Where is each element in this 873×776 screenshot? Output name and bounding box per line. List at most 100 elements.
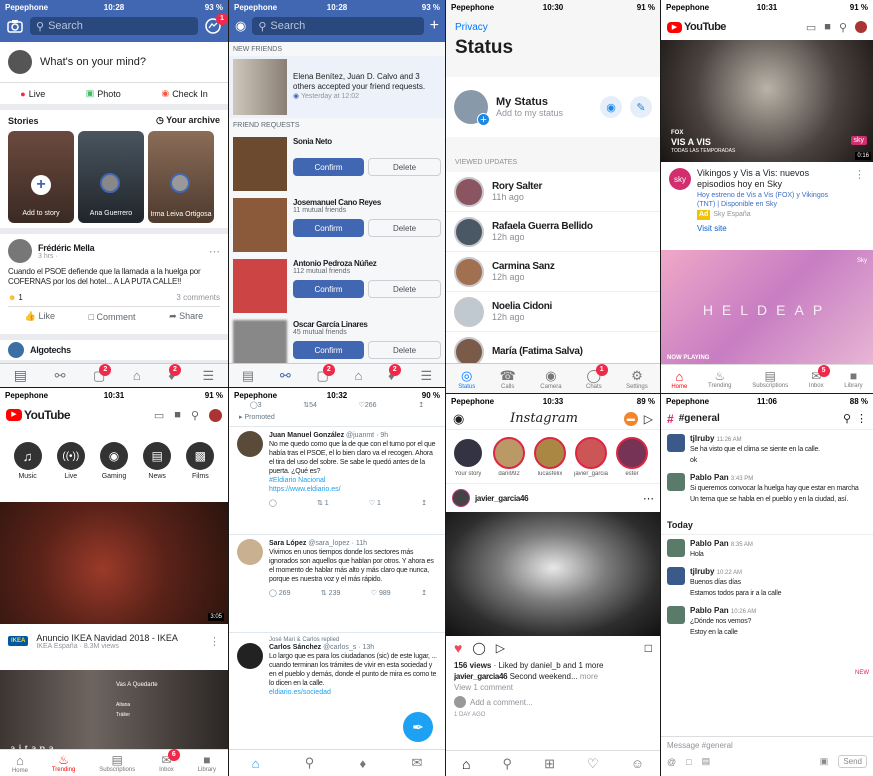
share-button[interactable]: ↥ (421, 589, 427, 598)
search-icon[interactable]: ⚲ (191, 409, 199, 422)
share-icon[interactable]: ↥ (418, 401, 424, 409)
status-update-row[interactable]: Noelia Cidoni 12h ago (446, 292, 660, 332)
avatar[interactable] (452, 489, 470, 507)
reactions[interactable]: ☻ 1 (8, 293, 23, 302)
ad-video[interactable]: FOX VIS A VIS TODAS LAS TEMPORADAS sky 0… (661, 40, 873, 162)
watch-tab[interactable]: ▢ 2 (93, 363, 112, 384)
calls-tab[interactable]: ☎ Calls (500, 368, 516, 390)
confirm-button[interactable]: Confirm (293, 280, 364, 298)
news-feed-tab[interactable]: ▤ (14, 367, 27, 384)
message[interactable]: tjlruby 10:22 AM Buenos días días Estamos … (667, 567, 867, 598)
notifications-tab[interactable]: ♦2 (168, 364, 181, 383)
message-author[interactable]: tjlruby (690, 434, 717, 443)
camera-tab[interactable]: ◉ Camera (540, 368, 561, 390)
heart-icon[interactable]: ♥ (454, 640, 462, 656)
igtv-icon[interactable]: ▬ (623, 411, 638, 426)
retweet-button[interactable]: ⇅ 239 (321, 589, 341, 598)
delete-button[interactable]: Delete (368, 280, 441, 298)
bookmark-icon[interactable]: □ (645, 641, 652, 655)
notifications-tab[interactable]: ♦ (360, 756, 367, 771)
add-comment-input[interactable]: Add a comment... (470, 697, 533, 708)
tweet-author[interactable]: Juan Manuel González (269, 432, 346, 439)
channel-name[interactable]: #general (679, 413, 838, 424)
message-input[interactable]: Message #general (661, 737, 873, 755)
subscriptions-tab[interactable]: ▤ Subscriptions (99, 753, 135, 773)
message-author[interactable]: Pablo Pan (690, 473, 731, 482)
message[interactable]: Pablo Pan 10:26 AM ¿Dónde nos vemos? Estoy… (667, 606, 867, 637)
story-card[interactable]: Irma Leiva Ortigosa (148, 131, 214, 223)
post-image[interactable] (446, 512, 660, 636)
tweet-author[interactable]: Carlos Sánchez (269, 644, 323, 651)
avatar[interactable] (237, 431, 263, 457)
cast-icon[interactable]: ▭ (154, 409, 164, 422)
camera-icon[interactable]: ◉ (453, 411, 464, 427)
check-in-button[interactable]: ◉ Check In (161, 88, 207, 99)
home-tab[interactable]: ⌂ (462, 756, 470, 772)
menu-tab[interactable]: ☰ (420, 368, 432, 384)
avatar[interactable] (237, 539, 263, 565)
story-card[interactable]: Ana Guerrero (78, 131, 144, 223)
send-button[interactable]: Send (838, 755, 867, 768)
story-item[interactable]: dani992 (491, 436, 527, 477)
friend-photo[interactable] (233, 137, 287, 191)
messages-tab[interactable]: ✉ (411, 755, 422, 771)
category-gaming[interactable]: ◉ Gaming (99, 442, 128, 480)
search-input[interactable]: ⚲ Search (30, 17, 198, 35)
more-icon[interactable]: ⋯ (209, 245, 220, 258)
tweet-author[interactable]: Sara López (269, 540, 308, 547)
more-icon[interactable]: ⋮ (209, 635, 220, 648)
like-button[interactable]: 👍 Like (25, 311, 55, 322)
video-thumbnail[interactable]: 3:05 (0, 502, 228, 624)
retweet-count[interactable]: ⇅54 (303, 401, 317, 409)
pencil-icon[interactable]: ✎ (630, 96, 652, 118)
message[interactable]: tjlruby 11:26 AM Se ha visto que el clima… (667, 434, 867, 465)
status-update-row[interactable]: Carmina Sanz 12h ago (446, 252, 660, 292)
youtube-logo[interactable]: ▶ YouTube (6, 408, 144, 422)
status-tab[interactable]: ◎ Status (458, 368, 475, 390)
search-input[interactable]: ⚲ Search (252, 17, 424, 35)
story-item[interactable]: javier_garcia (573, 436, 609, 477)
search-icon[interactable]: ⚲ (843, 412, 851, 425)
chats-tab[interactable]: ◯ Chats 1 (586, 363, 608, 390)
inbox-tab[interactable]: ✉ Inbox 6 (159, 749, 180, 773)
at-icon[interactable]: @ (667, 757, 676, 767)
like-button[interactable]: ♡ 989 (371, 589, 391, 598)
camera-icon[interactable]: ◉ (235, 18, 246, 34)
attach-icon[interactable]: ▤ (702, 756, 810, 767)
share-button[interactable]: ↥ (421, 499, 427, 508)
youtube-logo[interactable]: ▶ YouTube (667, 21, 798, 33)
my-status-row[interactable]: + My Status Add to my status ◉ ✎ (446, 77, 660, 137)
watch-tab[interactable]: ▢ 2 (317, 363, 335, 384)
camera-icon[interactable]: ◉ (600, 96, 622, 118)
add-icon[interactable]: + (430, 17, 439, 35)
story-item[interactable]: lucasfelix (532, 436, 568, 477)
visit-site-link[interactable]: Visit site (697, 224, 848, 234)
friend-name[interactable]: Oscar García Linares (293, 320, 441, 329)
friends-tab[interactable]: ⚯ (55, 368, 66, 384)
reply-button[interactable]: ◯ 269 (269, 589, 290, 598)
library-tab[interactable]: ■ Library (198, 753, 216, 773)
live-button[interactable]: ● Live (20, 89, 45, 99)
message[interactable]: Pablo Pan 8:35 AM Hola (667, 539, 867, 559)
add-story-card[interactable]: + Add to story (8, 131, 74, 223)
notifications-tab[interactable]: ♦2 (388, 364, 401, 383)
camera-icon[interactable]: ■ (174, 409, 181, 421)
composer-prompt[interactable]: What's on your mind? (40, 56, 146, 68)
composer[interactable]: What's on your mind? (0, 42, 228, 82)
category-news[interactable]: ▤ News (143, 442, 172, 480)
confirm-button[interactable]: Confirm (293, 158, 364, 176)
cast-icon[interactable]: ▭ (806, 21, 816, 34)
archive-link[interactable]: ◷ Your archive (156, 115, 220, 126)
marketplace-tab[interactable]: ⌂ (133, 368, 141, 383)
ad-info[interactable]: sky Vikingos y Vis a Vis: nuevos episodi… (661, 162, 873, 242)
camera-icon[interactable] (6, 17, 24, 35)
liked-by[interactable]: Liked by daniel_b and 1 more (498, 661, 603, 670)
more-icon[interactable]: ⋮ (854, 168, 865, 181)
new-post-tab[interactable]: ⊞ (544, 756, 555, 772)
privacy-link[interactable]: Privacy (446, 14, 660, 37)
search-tab[interactable]: ⚲ (503, 756, 513, 772)
messenger-icon[interactable]: 1 (204, 13, 228, 35)
video-info[interactable]: IKEA Anuncio IKEA Navidad 2018 - IKEA IKE… (0, 624, 228, 658)
news-feed-tab[interactable]: ▤ (242, 368, 254, 384)
inbox-tab[interactable]: ✉ Inbox 5 (809, 365, 830, 389)
